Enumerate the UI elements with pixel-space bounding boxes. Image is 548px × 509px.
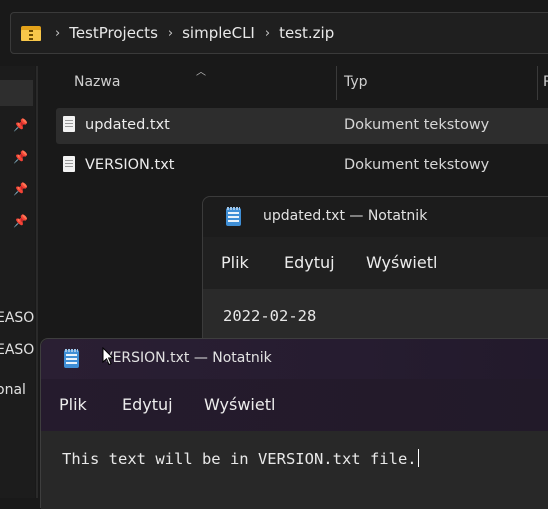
pin-icon[interactable]: 📌 bbox=[13, 182, 28, 196]
notepad-icon bbox=[64, 349, 79, 368]
pin-icon[interactable]: 📌 bbox=[13, 150, 28, 164]
column-header-type[interactable]: Typ bbox=[344, 74, 368, 90]
sidebar-item-label[interactable]: onal bbox=[0, 382, 26, 398]
address-bar[interactable]: › TestProjects › simpleCLI › test.zip bbox=[10, 12, 548, 54]
window-title: updated.txt — Notatnik bbox=[263, 208, 428, 224]
notepad-window-version[interactable]: VERSION.txt — Notatnik Plik Edytuj Wyświ… bbox=[40, 338, 548, 509]
menu-edit[interactable]: Edytuj bbox=[284, 253, 335, 272]
file-type: Dokument tekstowy bbox=[344, 157, 490, 173]
title-bar[interactable]: VERSION.txt — Notatnik bbox=[41, 339, 548, 379]
notepad-icon bbox=[226, 207, 241, 226]
menu-file[interactable]: Plik bbox=[59, 395, 87, 414]
menu-view[interactable]: Wyświetl bbox=[366, 253, 437, 272]
chevron-right-icon[interactable]: › bbox=[55, 26, 60, 41]
menu-bar: Plik Edytuj Wyświetl bbox=[203, 237, 548, 289]
column-header-size[interactable]: R bbox=[543, 74, 548, 90]
notepad-window-updated[interactable]: updated.txt — Notatnik Plik Edytuj Wyświ… bbox=[202, 196, 548, 357]
editor-content: This text will be in VERSION.txt file. bbox=[62, 449, 419, 468]
menu-bar: Plik Edytuj Wyświetl bbox=[41, 379, 548, 431]
mouse-pointer-icon bbox=[102, 347, 114, 366]
breadcrumb-simplecli[interactable]: simpleCLI bbox=[182, 24, 255, 42]
chevron-right-icon[interactable]: › bbox=[168, 26, 173, 41]
text-editor[interactable]: This text will be in VERSION.txt file. bbox=[41, 431, 548, 509]
chevron-right-icon[interactable]: › bbox=[265, 26, 270, 41]
file-row[interactable]: VERSION.txt Dokument tekstowy bbox=[56, 148, 548, 184]
pane-divider[interactable] bbox=[36, 66, 38, 498]
file-row[interactable]: updated.txt Dokument tekstowy bbox=[56, 108, 548, 144]
text-caret bbox=[417, 449, 419, 467]
menu-edit[interactable]: Edytuj bbox=[122, 395, 173, 414]
editor-text: This text will be in VERSION.txt file. bbox=[62, 450, 417, 468]
breadcrumb-test-zip[interactable]: test.zip bbox=[279, 24, 334, 42]
sort-ascending-icon: ︿ bbox=[196, 67, 206, 78]
column-header-name[interactable]: Nazwa bbox=[74, 74, 120, 90]
menu-view[interactable]: Wyświetl bbox=[204, 395, 275, 414]
pin-icon[interactable]: 📌 bbox=[13, 214, 28, 228]
breadcrumb-testprojects[interactable]: TestProjects bbox=[69, 24, 158, 42]
sidebar-item-label[interactable]: EASO bbox=[0, 342, 34, 358]
zip-folder-icon bbox=[21, 25, 41, 41]
sidebar-selected-item[interactable] bbox=[0, 80, 33, 106]
column-divider[interactable] bbox=[336, 66, 337, 100]
title-bar[interactable]: updated.txt — Notatnik bbox=[203, 197, 548, 237]
file-type: Dokument tekstowy bbox=[344, 117, 490, 133]
text-file-icon bbox=[63, 116, 75, 132]
window-title: VERSION.txt — Notatnik bbox=[103, 350, 272, 366]
column-divider[interactable] bbox=[537, 66, 538, 100]
editor-content: 2022-02-28 bbox=[223, 307, 317, 325]
pin-icon[interactable]: 📌 bbox=[13, 118, 28, 132]
menu-file[interactable]: Plik bbox=[221, 253, 249, 272]
file-name: updated.txt bbox=[85, 117, 170, 133]
sidebar-item-label[interactable]: EASO bbox=[0, 310, 34, 326]
file-name: VERSION.txt bbox=[85, 157, 175, 173]
text-file-icon bbox=[63, 156, 75, 172]
